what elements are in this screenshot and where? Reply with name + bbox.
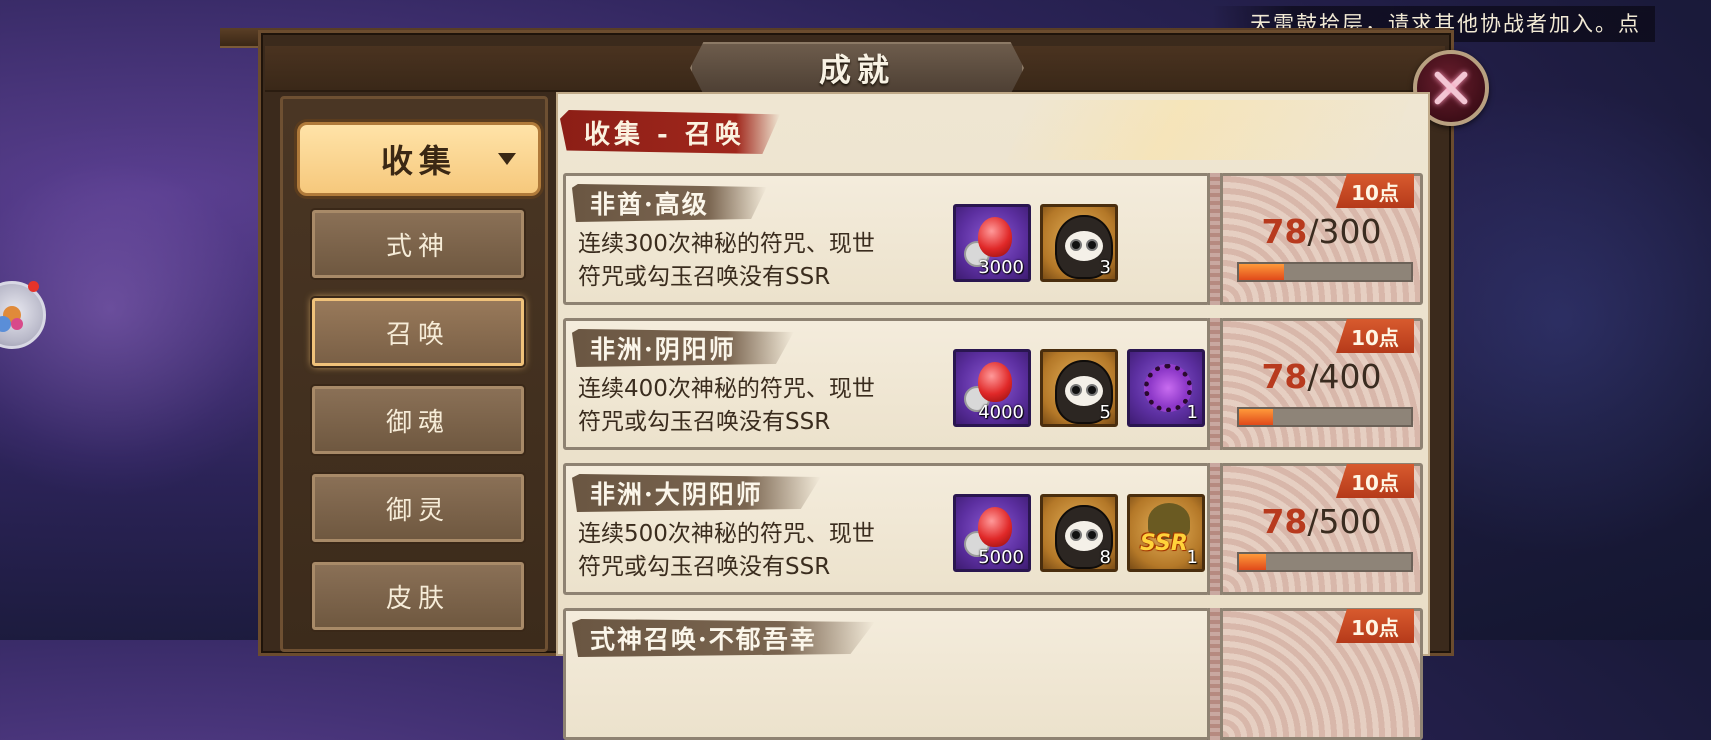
reward-count: 5 [1099, 402, 1111, 423]
bead-ring-icon [1144, 364, 1192, 412]
reward-count: 8 [1099, 547, 1111, 568]
points-badge: 10点 [1336, 319, 1414, 353]
achievement-card[interactable]: 非洲·阴阳师 连续400次神秘的符咒、现世 符咒或勾玉召唤没有SSR 4000 … [563, 318, 1423, 450]
achievement-info: 式神召唤·不郁吾幸 [563, 608, 1210, 740]
reward-count: 1 [1186, 547, 1198, 568]
reward-count: 3000 [978, 257, 1024, 278]
reward-jade-orb[interactable]: 5000 [953, 494, 1031, 572]
close-icon [1431, 68, 1471, 108]
progress-bar [1237, 407, 1413, 427]
progress-current: 78 [1261, 502, 1308, 541]
progress-text: 78/300 [1223, 212, 1420, 251]
achievement-name-banner: 非酋·高级 [572, 184, 767, 222]
sidebar-item-skin[interactable]: 皮肤 [312, 562, 524, 630]
sidebar-item-summon[interactable]: 召唤 [312, 298, 524, 366]
description-line: 符咒或勾玉召唤没有SSR [578, 409, 831, 435]
description-line: 符咒或勾玉召唤没有SSR [578, 264, 831, 290]
progress-total: /300 [1307, 212, 1382, 251]
achievement-name: 非洲·阴阳师 [590, 335, 736, 364]
progress-text: 78/500 [1223, 502, 1420, 541]
section-title: 收集 - 召唤 [584, 119, 745, 150]
sidebar-item-label: 式神 [385, 231, 450, 262]
progress-bar [1237, 262, 1413, 282]
achievement-name: 非洲·大阴阳师 [590, 480, 763, 509]
progress-fill [1239, 409, 1273, 425]
reward-daruma[interactable]: 3 [1040, 204, 1118, 282]
progress-total: /500 [1307, 502, 1382, 541]
jade-orb-icon [978, 362, 1012, 402]
sidebar-item-label: 御灵 [385, 495, 450, 526]
window-title-plate: 成就 [690, 42, 1024, 94]
reward-count: 3 [1099, 257, 1111, 278]
achievement-name-banner: 非洲·阴阳师 [572, 329, 794, 367]
window-title: 成就 [818, 51, 895, 89]
progress-current: 78 [1261, 357, 1308, 396]
achievement-name-banner: 式神召唤·不郁吾幸 [572, 619, 875, 657]
progress-panel: 10点 78/400 [1220, 318, 1423, 450]
sidebar-item-soul[interactable]: 御魂 [312, 386, 524, 454]
notification-dot [28, 281, 39, 292]
reward-jade-orb[interactable]: 3000 [953, 204, 1031, 282]
reward-count: 4000 [978, 402, 1024, 423]
achievement-description: 连续300次神秘的符咒、现世 符咒或勾玉召唤没有SSR [578, 228, 938, 294]
sidebar-item-label: 皮肤 [385, 583, 450, 614]
ssr-shikigami-icon: SSR [1140, 531, 1188, 556]
achievement-card[interactable]: 非酋·高级 连续300次神秘的符咒、现世 符咒或勾玉召唤没有SSR 3000 3… [563, 173, 1423, 305]
section-title-banner: 收集 - 召唤 [560, 110, 780, 154]
sidebar-item-label: 召唤 [385, 319, 450, 350]
achievement-card[interactable]: 非洲·大阴阳师 连续500次神秘的符咒、现世 符咒或勾玉召唤没有SSR 5000… [563, 463, 1423, 595]
category-dropdown[interactable]: 收集 [297, 122, 541, 196]
category-dropdown-label: 收集 [380, 142, 457, 180]
progress-bar [1237, 552, 1413, 572]
progress-current: 78 [1261, 212, 1308, 251]
reward-bead-ring[interactable]: 1 [1127, 349, 1205, 427]
reward-daruma[interactable]: 8 [1040, 494, 1118, 572]
progress-panel: 10点 78/500 [1220, 463, 1423, 595]
achievement-info: 非酋·高级 连续300次神秘的符咒、现世 符咒或勾玉召唤没有SSR 3000 3 [563, 173, 1210, 305]
reward-count: 1 [1186, 402, 1198, 423]
points-badge: 10点 [1336, 174, 1414, 208]
points-badge: 10点 [1336, 609, 1414, 643]
reward-ssr-shikigami[interactable]: SSR 1 [1127, 494, 1205, 572]
sidebar-item-shikigami[interactable]: 式神 [312, 210, 524, 278]
achievement-name-banner: 非洲·大阴阳师 [572, 474, 821, 512]
progress-text: 78/400 [1223, 357, 1420, 396]
achievement-name: 非酋·高级 [590, 190, 709, 219]
points-badge: 10点 [1336, 464, 1414, 498]
description-line: 连续500次神秘的符咒、现世 [578, 521, 875, 547]
progress-fill [1239, 264, 1284, 280]
achievement-info: 非洲·阴阳师 连续400次神秘的符咒、现世 符咒或勾玉召唤没有SSR 4000 … [563, 318, 1210, 450]
progress-panel: 10点 [1220, 608, 1423, 740]
description-line: 连续300次神秘的符咒、现世 [578, 231, 875, 257]
reward-jade-orb[interactable]: 4000 [953, 349, 1031, 427]
progress-panel: 10点 78/300 [1220, 173, 1423, 305]
achievement-info: 非洲·大阴阳师 连续500次神秘的符咒、现世 符咒或勾玉召唤没有SSR 5000… [563, 463, 1210, 595]
sidebar-item-label: 御魂 [385, 407, 450, 438]
progress-fill [1239, 554, 1266, 570]
jade-orb-icon [978, 217, 1012, 257]
description-line: 连续400次神秘的符咒、现世 [578, 376, 875, 402]
sidebar-item-spirit[interactable]: 御灵 [312, 474, 524, 542]
achievement-card[interactable]: 式神召唤·不郁吾幸 10点 [563, 608, 1423, 740]
reward-daruma[interactable]: 5 [1040, 349, 1118, 427]
progress-total: /400 [1307, 357, 1382, 396]
jade-orb-icon [978, 507, 1012, 547]
chevron-down-icon [498, 153, 516, 165]
description-line: 符咒或勾玉召唤没有SSR [578, 554, 831, 580]
achievement-description: 连续500次神秘的符咒、现世 符咒或勾玉召唤没有SSR [578, 518, 938, 584]
achievement-description: 连续400次神秘的符咒、现世 符咒或勾玉召唤没有SSR [578, 373, 938, 439]
reward-count: 5000 [978, 547, 1024, 568]
achievement-name: 式神召唤·不郁吾幸 [590, 625, 817, 654]
